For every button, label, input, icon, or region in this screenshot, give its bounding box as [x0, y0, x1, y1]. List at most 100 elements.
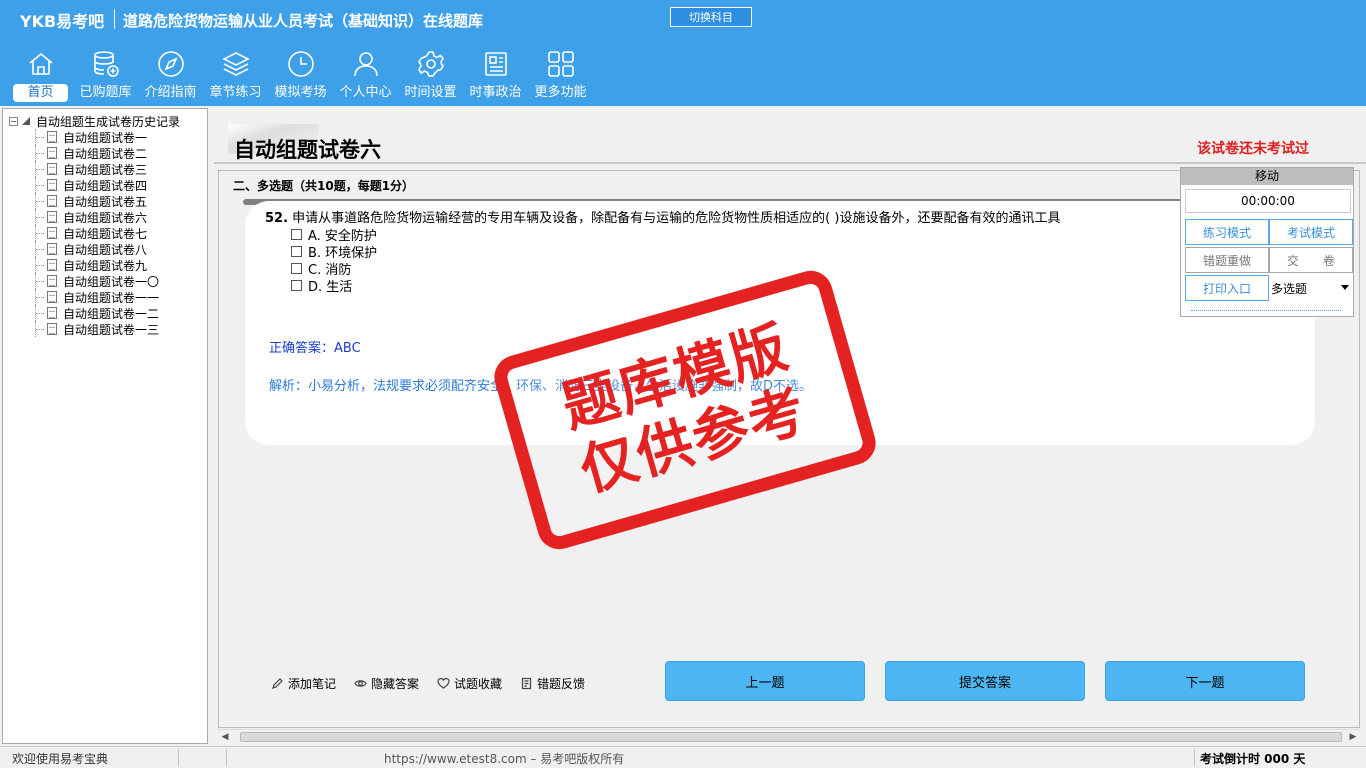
app-title: 道路危险货物运输从业人员考试（基础知识）在线题库	[123, 12, 484, 30]
exam-timer: 00:00:00	[1185, 189, 1351, 213]
document-icon	[47, 259, 57, 271]
nav-label: 个人中心	[339, 85, 392, 100]
nav-item-home[interactable]: 首页	[8, 48, 73, 104]
nav-item-time-settings[interactable]: 时间设置	[398, 48, 463, 104]
horizontal-scrollbar[interactable]: ◀ ▶	[218, 729, 1360, 743]
database-icon	[90, 48, 122, 80]
document-icon	[47, 131, 57, 143]
nav-item-more[interactable]: 更多功能	[528, 48, 593, 104]
tree-root[interactable]: − 自动组题生成试卷历史记录	[9, 113, 180, 129]
option-checkbox[interactable]	[291, 263, 302, 274]
submit-answer-button[interactable]: 提交答案	[885, 661, 1085, 701]
answer-label: 正确答案：	[269, 341, 335, 356]
hand-in-button[interactable]: 交 卷	[1269, 247, 1353, 273]
panel-move-handle[interactable]: 移动	[1181, 168, 1353, 185]
next-question-button[interactable]: 下一题	[1105, 661, 1305, 701]
tree-item[interactable]: 自动组题试卷一〇	[9, 273, 180, 289]
document-icon	[47, 291, 57, 303]
hide-answer-label: 隐藏答案	[371, 677, 420, 691]
tree-item-label: 自动组题试卷一〇	[63, 274, 160, 289]
compass-icon	[155, 48, 187, 80]
practice-mode-button[interactable]: 练习模式	[1185, 219, 1269, 245]
exam-countdown: 考试倒计时 000 天	[1200, 752, 1306, 766]
report-error-link[interactable]: 错题反馈	[520, 675, 585, 692]
option-checkbox[interactable]	[291, 229, 302, 240]
tree-item[interactable]: 自动组题试卷二	[9, 145, 180, 161]
section-label: 二、多选题（共10题，每题1分）	[233, 179, 415, 193]
tree-item[interactable]: 自动组题试卷一一	[9, 289, 180, 305]
question-stem: 申请从事道路危险货物运输经营的专用车辆及设备，除配备有与运输的危险货物性质相适应…	[292, 211, 1061, 226]
exam-mode-button[interactable]: 考试模式	[1269, 219, 1353, 245]
paper-title: 自动组题试卷六	[234, 138, 381, 162]
tree-item[interactable]: 自动组题试卷五	[9, 193, 180, 209]
tree-root-label: 自动组题生成试卷历史记录	[36, 114, 181, 129]
question-type-value: 多选题	[1271, 281, 1308, 296]
nav-item-guide[interactable]: 介绍指南	[138, 48, 203, 104]
document-search-icon	[47, 211, 57, 223]
prev-question-button[interactable]: 上一题	[665, 661, 865, 701]
nav-item-purchased[interactable]: 已购题库	[73, 48, 138, 104]
tree-item-label: 自动组题试卷六	[63, 210, 148, 225]
tree-item[interactable]: 自动组题试卷九	[9, 257, 180, 273]
tree-item-selected[interactable]: 自动组题试卷六	[9, 209, 180, 225]
nav-label: 介绍指南	[144, 85, 197, 100]
add-note-link[interactable]: 添加笔记	[271, 675, 336, 692]
tree-item-label: 自动组题试卷一三	[63, 322, 160, 337]
tree-item[interactable]: 自动组题试卷三	[9, 161, 180, 177]
favorite-question-label: 试题收藏	[454, 677, 503, 691]
nav-item-chapter[interactable]: 章节练习	[203, 48, 268, 104]
status-welcome: 欢迎使用易考宝典	[12, 752, 109, 766]
document-icon	[47, 307, 57, 319]
tree-item[interactable]: 自动组题试卷一三	[9, 321, 180, 337]
scrollbar-thumb[interactable]	[240, 732, 1342, 742]
nav-label: 已购题库	[79, 85, 132, 100]
tree-item[interactable]: 自动组题试卷七	[9, 225, 180, 241]
nav-label: 时间设置	[404, 85, 457, 100]
chevron-down-icon	[1341, 285, 1349, 290]
correct-answer: 正确答案：ABC	[269, 337, 361, 356]
app-logo: YKB易考吧	[20, 12, 105, 31]
redo-wrong-button[interactable]: 错题重做	[1185, 247, 1269, 273]
document-icon	[47, 195, 57, 207]
collapse-toggle-icon[interactable]: −	[9, 116, 18, 126]
home-icon	[25, 48, 57, 80]
document-icon	[47, 147, 57, 159]
switch-subject-button[interactable]: 切换科目	[670, 7, 752, 27]
option-d[interactable]: D. 生活	[291, 276, 352, 295]
tree-item[interactable]: 自动组题试卷八	[9, 241, 180, 257]
tree-item-label: 自动组题试卷三	[63, 162, 148, 177]
question-text: 52. 申请从事道路危险货物运输经营的专用车辆及设备，除配备有与运输的危险货物性…	[265, 207, 1060, 226]
hide-answer-link[interactable]: 隐藏答案	[354, 675, 419, 692]
scroll-left-icon[interactable]: ◀	[218, 730, 232, 744]
question-type-select[interactable]: 多选题	[1269, 275, 1353, 301]
tree-item[interactable]: 自动组题试卷一	[9, 129, 180, 145]
grid-icon	[545, 48, 577, 80]
scroll-right-icon[interactable]: ▶	[1346, 730, 1360, 744]
add-note-label: 添加笔记	[288, 677, 337, 691]
tree-item[interactable]: 自动组题试卷四	[9, 177, 180, 193]
exam-control-panel: 移动 00:00:00 练习模式 考试模式 错题重做 交 卷 打印入口 多选题	[1180, 167, 1354, 317]
paper-history-tree: − 自动组题生成试卷历史记录 自动组题试卷一 自动组题试卷二 自动组题试卷三 自…	[2, 108, 208, 744]
tree-item-label: 自动组题试卷五	[63, 194, 148, 209]
status-url: https://www.etest8.com – 易考吧版权所有	[384, 752, 625, 766]
print-button[interactable]: 打印入口	[1185, 275, 1269, 301]
option-checkbox[interactable]	[291, 246, 302, 257]
nav-item-profile[interactable]: 个人中心	[333, 48, 398, 104]
question-actions: 添加笔记 隐藏答案 试题收藏 错题反馈	[271, 675, 603, 692]
option-checkbox[interactable]	[291, 280, 302, 291]
nav-label: 时事政治	[469, 85, 522, 100]
tree-item-label: 自动组题试卷一一	[63, 290, 160, 305]
question-number: 52.	[265, 211, 289, 226]
favorite-question-link[interactable]: 试题收藏	[437, 675, 502, 692]
nav-item-current-affairs[interactable]: 时事政治	[463, 48, 528, 104]
status-bar: 欢迎使用易考宝典 https://www.etest8.com – 易考吧版权所…	[0, 746, 1366, 768]
status-divider	[226, 749, 227, 767]
report-error-label: 错题反馈	[537, 677, 586, 691]
tree-item[interactable]: 自动组题试卷一二	[9, 305, 180, 321]
header-divider	[114, 9, 115, 29]
paper-status: 该试卷还未考试过	[1197, 141, 1309, 157]
status-divider	[178, 749, 179, 767]
status-divider	[1194, 749, 1195, 767]
nav-item-mock-exam[interactable]: 模拟考场	[268, 48, 333, 104]
panel-slider[interactable]	[1191, 310, 1341, 314]
